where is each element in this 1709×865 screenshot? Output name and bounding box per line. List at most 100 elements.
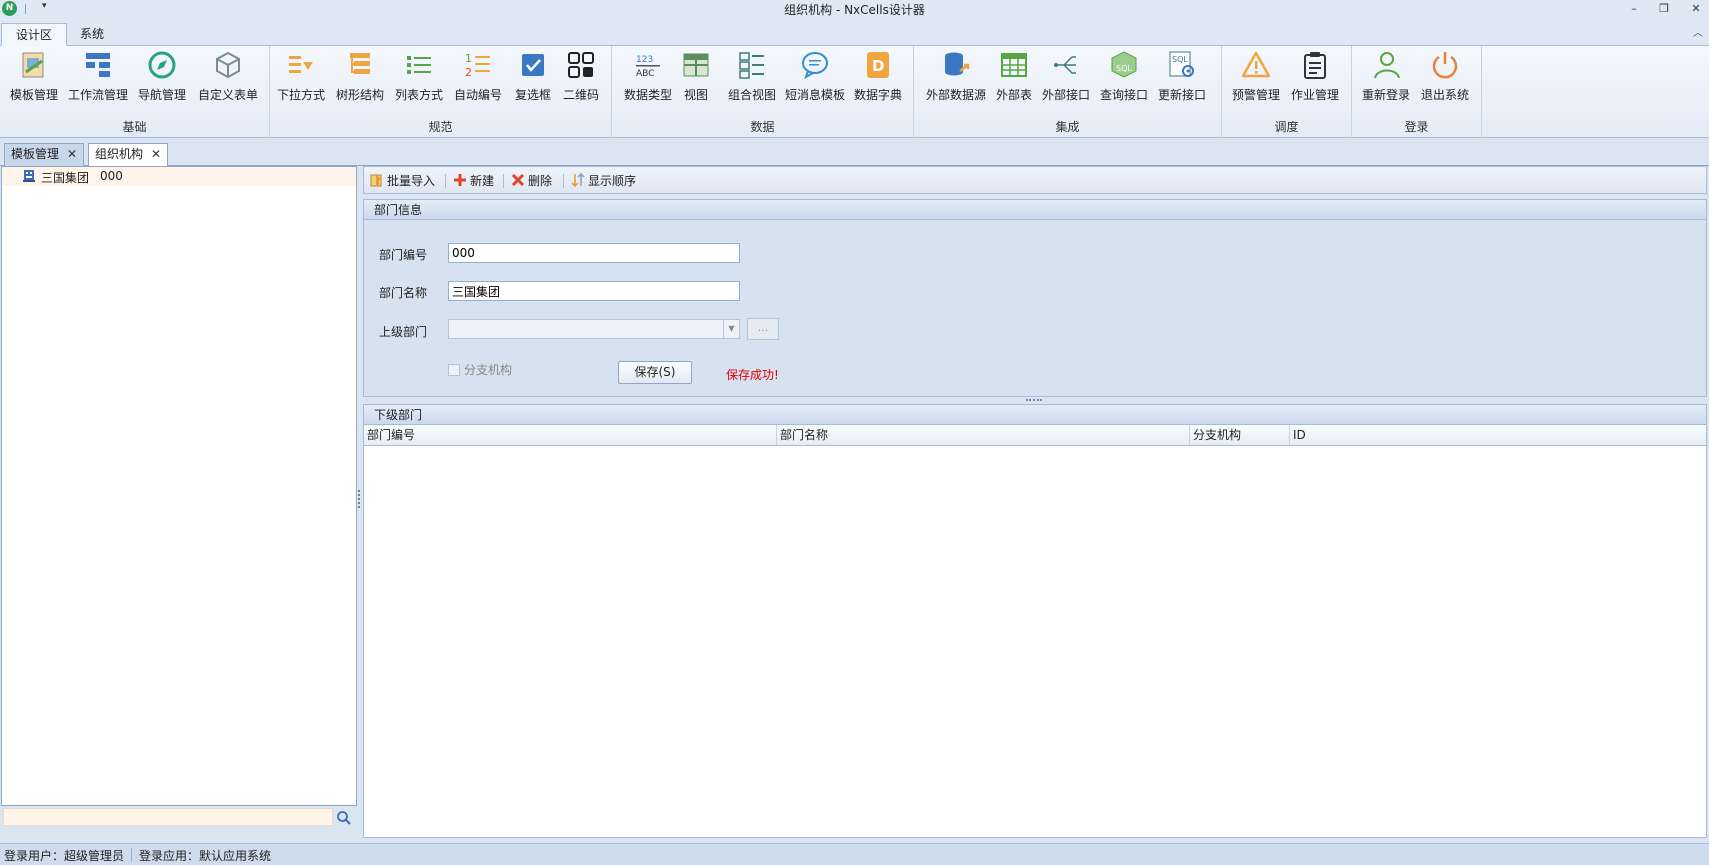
column-header-dept-name[interactable]: 部门名称 [777, 425, 1190, 445]
delete-button[interactable]: 删除 [511, 172, 552, 190]
compass-icon [148, 51, 176, 79]
doc-tab-organization[interactable]: 组织机构 ✕ [88, 143, 169, 167]
batch-import-button[interactable]: 批量导入 [370, 172, 435, 190]
doc-tab-label: 组织机构 [95, 147, 144, 161]
new-label: 新建 [470, 174, 495, 188]
dept-info-header: 部门信息 [364, 200, 1706, 220]
batch-import-label: 批量导入 [387, 174, 436, 188]
sub-dept-header: 下级部门 [364, 405, 1706, 425]
new-button[interactable]: 新建 [453, 172, 494, 190]
content-toolbar: 批量导入 新建 删除 显示顺序 [363, 166, 1707, 194]
warning-icon [1241, 51, 1271, 78]
svg-text:2: 2 [465, 66, 472, 79]
status-login-user: 登录用户：超级管理员 [4, 849, 125, 863]
combined-view-button[interactable]: 组合视图 [724, 49, 780, 111]
ribbon-tab-strip: 设计区 系统 ︿ [0, 20, 1709, 46]
sub-dept-grid: 下级部门 部门编号 部门名称 分支机构 ID [363, 404, 1707, 838]
data-type-button[interactable]: 123 ABC 数据类型 [622, 49, 674, 111]
database-icon [945, 52, 970, 76]
parent-dept-browse-button[interactable]: ... [747, 318, 779, 340]
checkbox-icon [522, 54, 544, 76]
minimize-button[interactable]: – [1623, 0, 1645, 18]
template-management-button[interactable]: 模板管理 [6, 49, 62, 111]
ribbon-group-label: 集成 [1055, 120, 1080, 134]
query-interface-button[interactable]: SQL 查询接口 [1098, 49, 1150, 111]
org-tree-panel: 三国集团 000 [1, 166, 357, 826]
tree-structure-button[interactable]: 树形结构 [334, 49, 386, 111]
external-datasource-button[interactable]: 外部数据源 [924, 49, 988, 111]
save-button[interactable]: 保存(S) [618, 361, 692, 384]
chevron-down-icon[interactable]: ▼ [723, 320, 739, 338]
navigation-management-button[interactable]: 导航管理 [136, 49, 188, 111]
dept-name-label: 部门名称 [379, 286, 428, 300]
delete-label: 删除 [528, 174, 553, 188]
tree-node-code: 000 [100, 169, 123, 183]
relogin-button[interactable]: 重新登录 [1360, 49, 1412, 111]
external-interface-button[interactable]: 外部接口 [1040, 49, 1092, 111]
ribbon-group-basic: 模板管理 工作流管理 导航管理 自定义表单 基础 [0, 46, 270, 138]
data-dictionary-button[interactable]: D 数据字典 [852, 49, 904, 111]
parent-dept-select[interactable]: ▼ [448, 319, 740, 339]
ribbon-group-schedule: 预警管理 作业管理 调度 [1222, 46, 1352, 138]
list-mode-button[interactable]: 列表方式 [393, 49, 445, 111]
tree-node-root[interactable]: 三国集团 000 [2, 167, 356, 186]
exit-system-button[interactable]: 退出系统 [1419, 49, 1471, 111]
close-icon[interactable]: ✕ [67, 144, 77, 165]
dept-name-field[interactable] [448, 281, 740, 301]
column-header-id[interactable]: ID [1290, 425, 1706, 445]
tab-design-area[interactable]: 设计区 [1, 23, 68, 46]
external-table-button[interactable]: 外部表 [994, 49, 1034, 111]
tree-search-input[interactable] [3, 808, 333, 826]
vertical-splitter-handle[interactable] [358, 490, 361, 508]
parent-dept-label: 上级部门 [379, 325, 428, 339]
status-bar: 登录用户：超级管理员 登录应用：默认应用系统 [0, 843, 1709, 865]
svg-text:D: D [872, 57, 884, 75]
template-icon [22, 52, 44, 78]
column-header-branch[interactable]: 分支机构 [1190, 425, 1290, 445]
grid-header-row: 部门编号 部门名称 分支机构 ID [364, 425, 1706, 446]
ribbon-group-label: 登录 [1404, 120, 1429, 134]
svg-text:123: 123 [636, 55, 653, 65]
view-icon [683, 53, 709, 77]
update-interface-button[interactable]: SQL 更新接口 [1156, 49, 1208, 111]
dept-info-section: 部门信息 部门编号 部门名称 上级部门 ▼ ... 分支机构 保存(S) 保存成… [363, 199, 1707, 397]
ribbon-group-integration: 外部数据源 外部表 外部接口 SQL 查询接口 SQL 更新接口 集成 [914, 46, 1222, 138]
qrcode-icon [568, 52, 594, 78]
restore-button[interactable]: ❐ [1653, 0, 1675, 18]
data-type-icon: 123 ABC [636, 55, 660, 79]
power-icon [1432, 52, 1458, 79]
combined-view-icon [739, 52, 764, 79]
numbering-icon: 12 [465, 52, 490, 79]
sms-template-button[interactable]: 短消息模板 [783, 49, 847, 111]
user-icon [1374, 52, 1400, 79]
qrcode-button[interactable]: 二维码 [560, 49, 602, 111]
building-icon [23, 170, 35, 182]
ribbon: 模板管理 工作流管理 导航管理 自定义表单 基础 下拉方式 树形结构 列表方式 [0, 46, 1709, 138]
workflow-management-button[interactable]: 工作流管理 [66, 49, 130, 111]
dropdown-mode-button[interactable]: 下拉方式 [275, 49, 327, 111]
doc-tab-template-management[interactable]: 模板管理 ✕ [4, 143, 85, 166]
close-button[interactable]: ✕ [1685, 0, 1707, 18]
ribbon-collapse-icon[interactable]: ︿ [1693, 24, 1703, 39]
window-title: 组织机构 - NxCells设计器 [784, 3, 925, 17]
sql-box-icon: SQL [1111, 51, 1137, 78]
search-icon[interactable] [335, 809, 353, 827]
job-management-button[interactable]: 作业管理 [1289, 49, 1341, 111]
dept-code-field[interactable] [448, 243, 740, 263]
checkbox-button[interactable]: 复选框 [513, 49, 553, 111]
branch-checkbox[interactable] [448, 364, 460, 376]
import-icon [370, 174, 382, 187]
auto-numbering-button[interactable]: 12 自动编号 [452, 49, 504, 111]
tab-system[interactable]: 系统 [66, 23, 118, 46]
column-header-dept-code[interactable]: 部门编号 [364, 425, 777, 445]
horizontal-splitter-handle[interactable] [1026, 399, 1042, 402]
close-icon[interactable]: ✕ [151, 144, 161, 165]
custom-form-button[interactable]: 自定义表单 [195, 49, 261, 111]
alert-management-button[interactable]: 预警管理 [1230, 49, 1282, 111]
display-order-button[interactable]: 显示顺序 [571, 172, 636, 190]
title-bar: N ▾ 组织机构 - NxCells设计器 – ❐ ✕ [0, 0, 1709, 20]
ribbon-group-label: 调度 [1274, 120, 1299, 134]
view-button[interactable]: 视图 [680, 49, 712, 111]
toolbar-separator [445, 174, 446, 188]
dept-code-label: 部门编号 [379, 248, 428, 262]
